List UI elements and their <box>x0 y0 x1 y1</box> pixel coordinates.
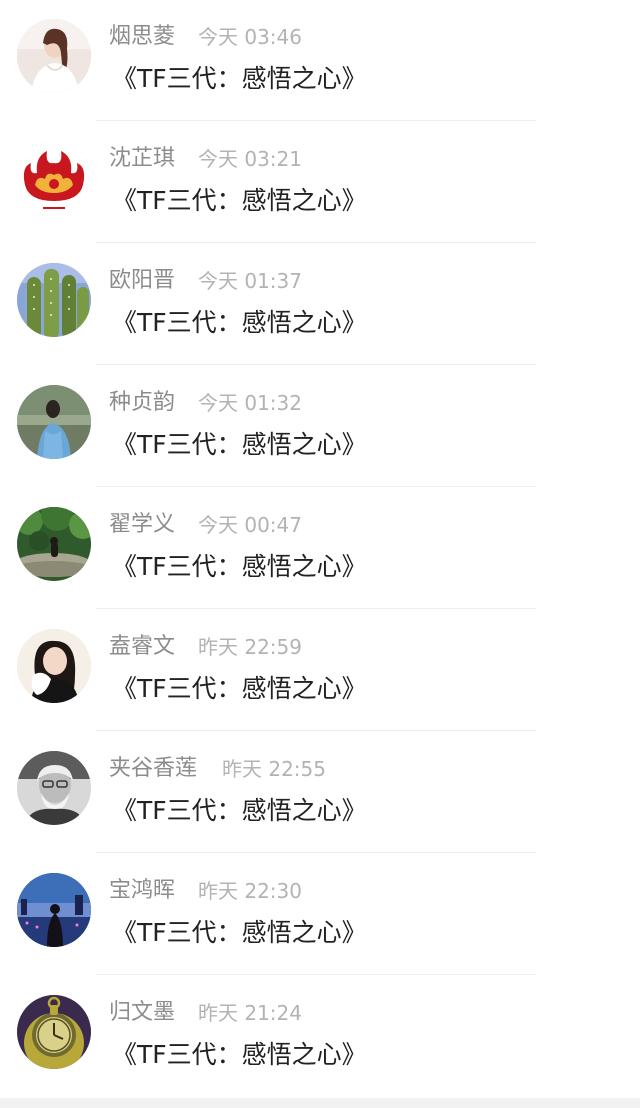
commenter-name[interactable]: 夹谷香莲 <box>109 752 197 786</box>
avatar[interactable] <box>17 263 91 337</box>
divider <box>96 974 536 975</box>
divider <box>96 608 536 609</box>
comment-time: 昨天 22:59 <box>198 635 302 659</box>
avatar[interactable] <box>17 385 91 459</box>
avatar[interactable] <box>17 751 91 825</box>
commenter-name[interactable]: 种贞韵 <box>109 386 175 420</box>
list-item[interactable]: 烟思菱 今天 03:46 《TF三代：感悟之心》 <box>0 0 640 122</box>
bottom-bar <box>0 1098 640 1108</box>
comment-time: 今天 01:37 <box>198 269 302 293</box>
list-item[interactable]: 欧阳晋 今天 01:37 《TF三代：感悟之心》 <box>0 244 640 366</box>
comment-time: 今天 01:32 <box>198 391 302 415</box>
comment-text: 《TF三代：感悟之心》 <box>112 430 367 459</box>
avatar[interactable] <box>17 629 91 703</box>
divider <box>96 120 536 121</box>
comment-text: 《TF三代：感悟之心》 <box>112 1040 367 1069</box>
commenter-name[interactable]: 翟学义 <box>109 508 175 542</box>
list-item[interactable]: 宝鸿晖 昨天 22:30 《TF三代：感悟之心》 <box>0 854 640 976</box>
list-item[interactable]: 翟学义 今天 00:47 《TF三代：感悟之心》 <box>0 488 640 610</box>
commenter-name[interactable]: 归文墨 <box>109 996 175 1030</box>
avatar[interactable] <box>17 141 91 215</box>
divider <box>96 486 536 487</box>
list-item[interactable]: 种贞韵 今天 01:32 《TF三代：感悟之心》 <box>0 366 640 488</box>
comment-time: 昨天 22:55 <box>222 757 326 781</box>
comment-time: 昨天 22:30 <box>198 879 302 903</box>
avatar[interactable] <box>17 995 91 1069</box>
comment-text: 《TF三代：感悟之心》 <box>112 64 367 93</box>
comment-text: 《TF三代：感悟之心》 <box>112 552 367 581</box>
comment-list: 烟思菱 今天 03:46 《TF三代：感悟之心》 沈芷琪 今天 03:21 《T… <box>0 0 640 1098</box>
avatar[interactable] <box>17 507 91 581</box>
commenter-name[interactable]: 盍睿文 <box>109 630 175 664</box>
comment-text: 《TF三代：感悟之心》 <box>112 796 367 825</box>
avatar[interactable] <box>17 19 91 93</box>
avatar[interactable] <box>17 873 91 947</box>
comment-time: 今天 00:47 <box>198 513 302 537</box>
list-item[interactable]: 归文墨 昨天 21:24 《TF三代：感悟之心》 <box>0 976 640 1098</box>
list-item[interactable]: 夹谷香莲 昨天 22:55 《TF三代：感悟之心》 <box>0 732 640 854</box>
divider <box>96 730 536 731</box>
list-item[interactable]: 盍睿文 昨天 22:59 《TF三代：感悟之心》 <box>0 610 640 732</box>
comment-text: 《TF三代：感悟之心》 <box>112 308 367 337</box>
comment-time: 今天 03:21 <box>198 147 302 171</box>
comment-time: 昨天 21:24 <box>198 1001 302 1025</box>
comment-text: 《TF三代：感悟之心》 <box>112 918 367 947</box>
commenter-name[interactable]: 烟思菱 <box>109 20 175 54</box>
commenter-name[interactable]: 沈芷琪 <box>109 142 175 176</box>
comment-time: 今天 03:46 <box>198 25 302 49</box>
list-item[interactable]: 沈芷琪 今天 03:21 《TF三代：感悟之心》 <box>0 122 640 244</box>
comment-text: 《TF三代：感悟之心》 <box>112 674 367 703</box>
divider <box>96 364 536 365</box>
divider <box>96 242 536 243</box>
commenter-name[interactable]: 宝鸿晖 <box>109 874 175 908</box>
commenter-name[interactable]: 欧阳晋 <box>109 264 175 298</box>
comment-text: 《TF三代：感悟之心》 <box>112 186 367 215</box>
divider <box>96 852 536 853</box>
